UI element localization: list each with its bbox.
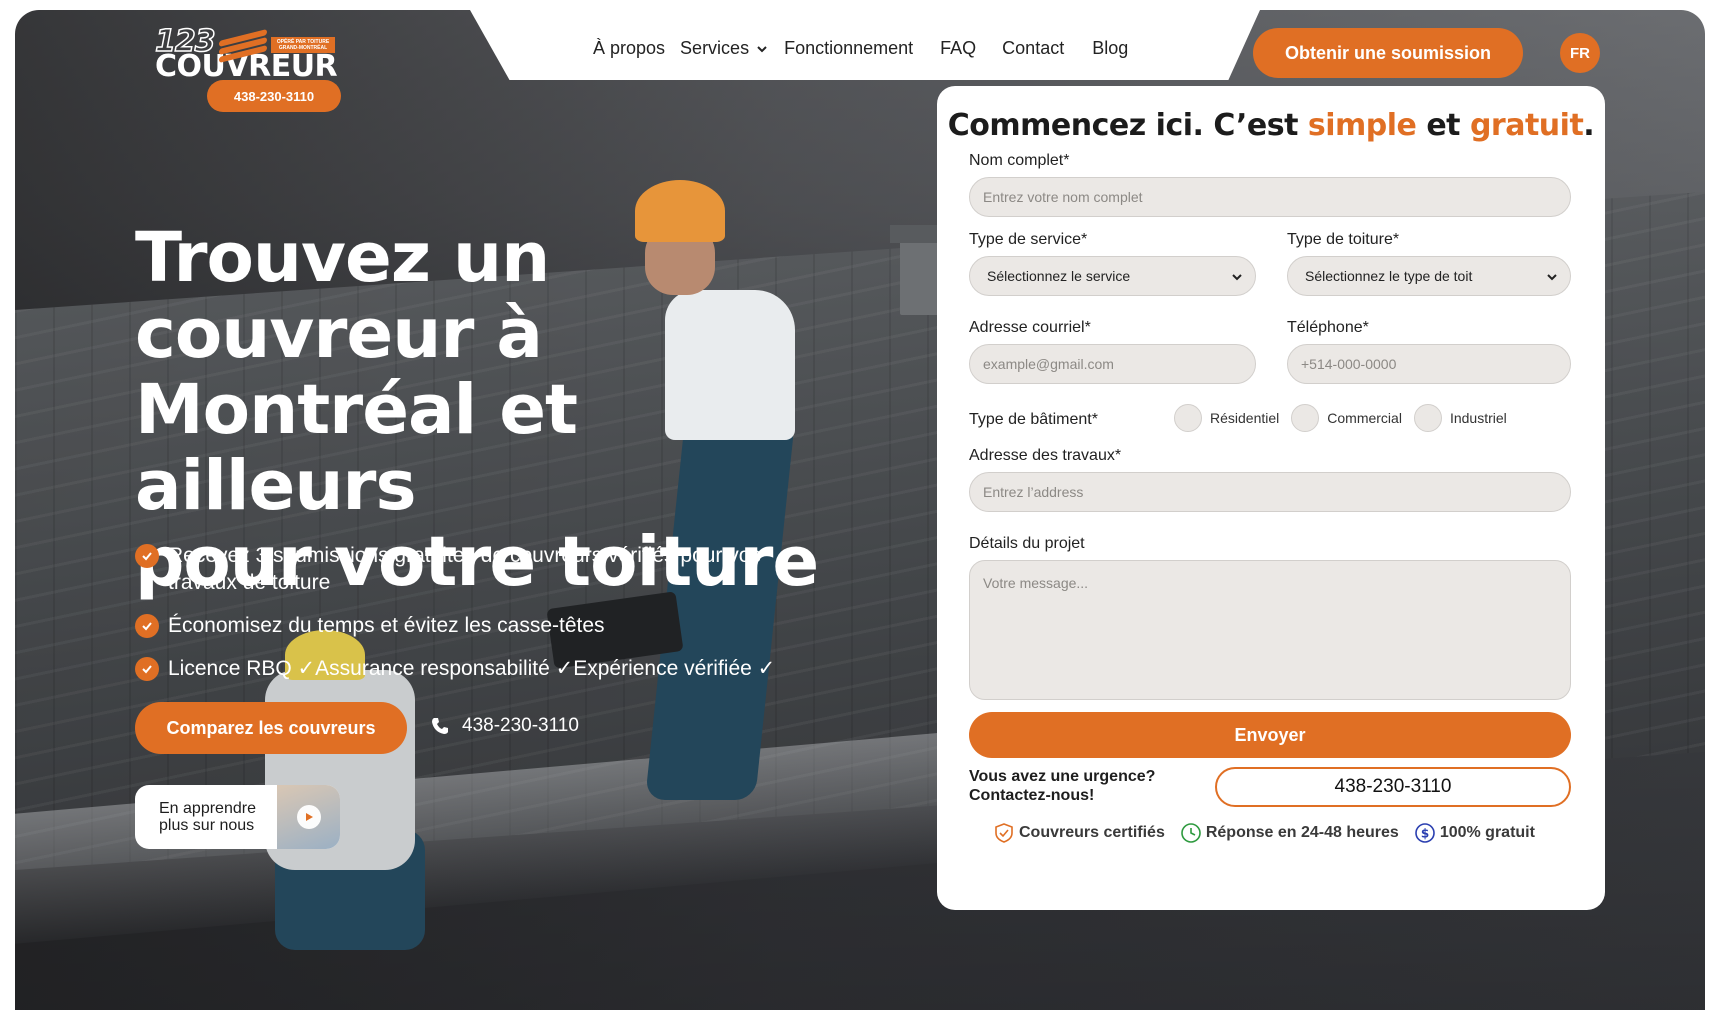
main-nav: À propos Services Fonctionnement FAQ Con… (593, 38, 1143, 59)
radio-label: Résidentiel (1210, 410, 1280, 426)
hero-phone-number: 438-230-3110 (462, 715, 579, 736)
urgent-line: Vous avez une urgence? (969, 768, 1156, 785)
radio-industrial[interactable]: Industriel (1413, 404, 1507, 432)
radio-label: Commercial (1327, 410, 1402, 426)
building-type-label: Type de bâtiment* (969, 411, 1098, 428)
nav-item-services[interactable]: Services (680, 38, 769, 59)
benefit-text: Recevez 3 soumissions gratuites de couvr… (168, 544, 761, 594)
trust-badges: Couvreurs certifiés Réponse en 24-48 heu… (993, 822, 1550, 844)
badge-certified: Couvreurs certifiés (993, 822, 1165, 844)
service-type-value: Sélectionnez le service (987, 268, 1131, 284)
brand-logo[interactable]: 123 OPÉRÉ PAR TOITURE GRAND-MONTRÉAL COU… (154, 23, 341, 114)
benefit-text: Licence RBQ ✓Assurance responsabilité ✓E… (168, 657, 776, 680)
work-address-input[interactable]: Entrez l’address (969, 472, 1571, 512)
badge-free: $ 100% gratuit (1414, 822, 1535, 844)
radio-button[interactable] (1413, 404, 1442, 432)
form-title: Commencez ici. C’est simple et gratuit. (937, 108, 1605, 143)
nav-item-about[interactable]: À propos (593, 38, 665, 59)
roof-type-label: Type de toiture* (1287, 231, 1400, 248)
badge-text: Couvreurs certifiés (1019, 824, 1165, 841)
form-title-part: . (1583, 108, 1595, 143)
phone-input[interactable]: +514-000-0000 (1287, 344, 1571, 384)
chevron-down-icon (1232, 274, 1242, 281)
service-type-select[interactable]: Sélectionnez le service (969, 256, 1256, 296)
logo-phone-badge[interactable]: 438-230-3110 (207, 80, 341, 112)
radio-label: Industriel (1449, 410, 1507, 426)
benefit-item: Recevez 3 soumissions gratuites de couvr… (135, 542, 795, 596)
nav-item-blog[interactable]: Blog (1092, 38, 1128, 59)
project-details-label: Détails du projet (969, 535, 1085, 552)
chevron-down-icon (757, 45, 767, 52)
badge-text: Réponse en 24-48 heures (1205, 824, 1399, 841)
logo-roof-waves-icon (218, 29, 267, 63)
learn-more-line: plus sur nous (159, 817, 255, 834)
learn-more-video-card[interactable]: En apprendre plus sur nous (135, 785, 340, 849)
nav-item-how-it-works[interactable]: Fonctionnement (784, 38, 913, 59)
video-thumbnail[interactable] (277, 785, 340, 849)
roof-type-select[interactable]: Sélectionnez le type de toit (1287, 256, 1571, 296)
benefit-list: Recevez 3 soumissions gratuites de couvr… (135, 542, 795, 698)
hero-title-line: Montréal et ailleurs (135, 370, 578, 526)
urgent-line: Contactez-nous! (969, 787, 1095, 804)
urgent-phone-button[interactable]: 438-230-3110 (1215, 767, 1571, 807)
hero-phone-link[interactable]: 438-230-3110 (430, 715, 579, 737)
form-title-part: et (1416, 108, 1470, 143)
hero-title-line: couvreur à (135, 294, 543, 374)
language-switch-button[interactable]: FR (1560, 33, 1600, 73)
check-circle-icon (135, 614, 159, 638)
urgent-text: Vous avez une urgence? Contactez-nous! (969, 767, 1155, 805)
badge-response-time: Réponse en 24-48 heures (1180, 822, 1399, 844)
radio-button[interactable] (1174, 404, 1202, 432)
radio-commercial[interactable]: Commercial (1291, 404, 1402, 432)
nav-item-contact[interactable]: Contact (1002, 38, 1064, 59)
hero-title-line: Trouvez un (135, 218, 550, 298)
quote-form-card: Commencez ici. C’est simple et gratuit. … (937, 86, 1605, 910)
service-type-label: Type de service* (969, 231, 1088, 248)
phone-icon (432, 718, 448, 734)
benefit-item: Économisez du temps et évitez les casse-… (135, 612, 795, 639)
email-label: Adresse courriel* (969, 319, 1091, 336)
svg-text:$: $ (1421, 827, 1429, 841)
submit-button[interactable]: Envoyer (969, 712, 1571, 758)
email-input[interactable]: example@gmail.com (969, 344, 1256, 384)
check-circle-icon (135, 544, 159, 568)
form-title-highlight: simple (1307, 108, 1417, 143)
badge-text: 100% gratuit (1439, 824, 1535, 841)
full-name-input[interactable]: Entrez votre nom complet (969, 177, 1571, 217)
form-title-part: Commencez ici. C’est (947, 108, 1308, 143)
benefit-item: Licence RBQ ✓Assurance responsabilité ✓E… (135, 655, 795, 682)
phone-label: Téléphone* (1287, 319, 1369, 336)
get-quote-button[interactable]: Obtenir une soumission (1253, 28, 1523, 78)
nav-item-faq[interactable]: FAQ (940, 38, 976, 59)
learn-more-line: En apprendre (159, 800, 256, 817)
full-name-label: Nom complet* (969, 152, 1070, 169)
shield-check-icon (995, 823, 1013, 843)
radio-button[interactable] (1291, 404, 1320, 432)
play-icon[interactable] (297, 805, 321, 829)
benefit-text: Économisez du temps et évitez les casse-… (168, 614, 605, 637)
check-circle-icon (135, 657, 159, 681)
work-address-label: Adresse des travaux* (969, 447, 1122, 464)
roof-type-value: Sélectionnez le type de toit (1305, 268, 1473, 284)
building-type-radio-group: Résidentiel Commercial Industriel (1174, 404, 1519, 432)
dollar-circle-icon: $ (1415, 823, 1435, 843)
clock-icon (1181, 823, 1201, 843)
radio-residential[interactable]: Résidentiel (1174, 404, 1279, 432)
compare-roofers-button[interactable]: Comparez les couvreurs (135, 702, 407, 754)
nav-item-services-label: Services (680, 38, 750, 58)
form-title-highlight: gratuit (1469, 108, 1584, 143)
project-details-textarea[interactable]: Votre message... (969, 560, 1571, 700)
chevron-down-icon (1547, 274, 1557, 281)
learn-more-text: En apprendre plus sur nous (135, 800, 277, 834)
